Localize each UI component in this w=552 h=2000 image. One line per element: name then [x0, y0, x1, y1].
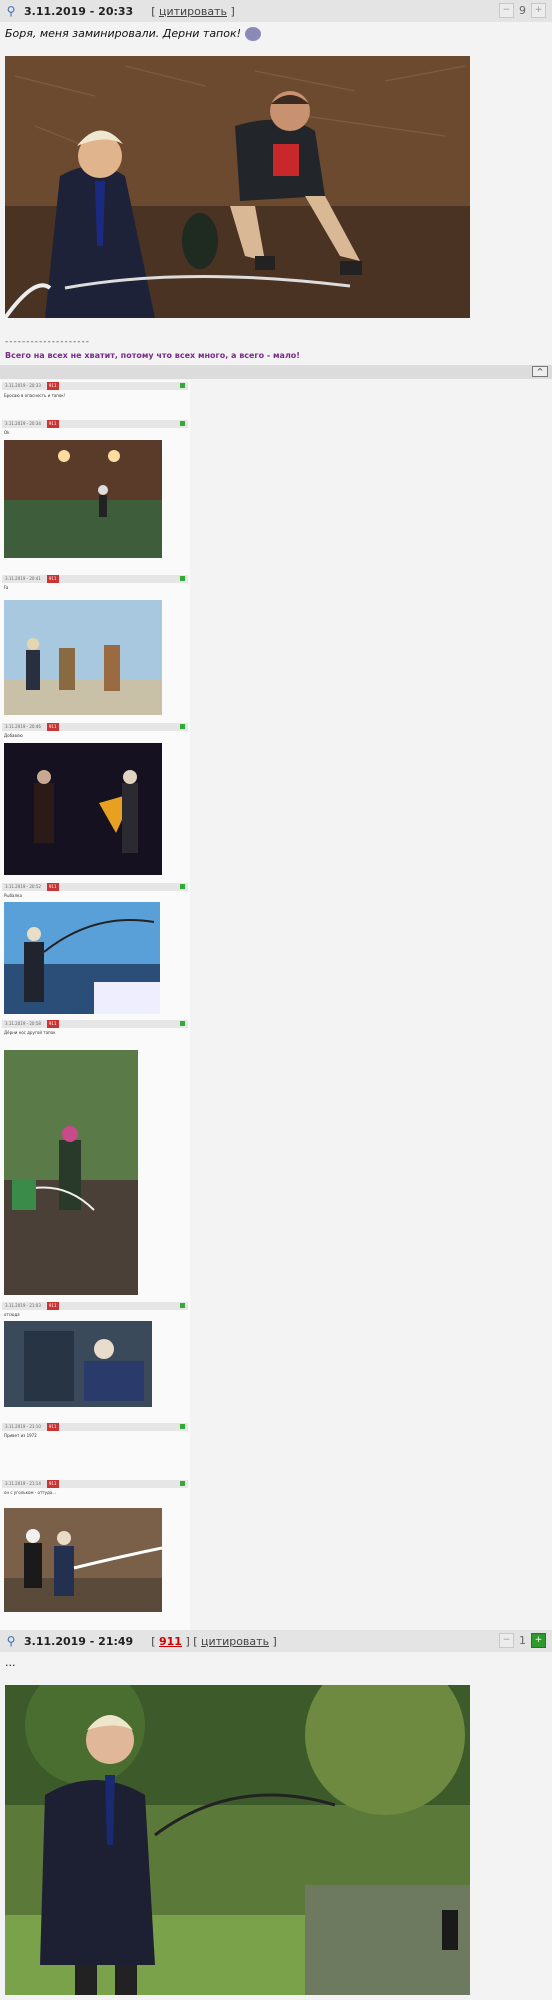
thread-item-bar: 3.11.2019 - 21:10 911	[2, 1423, 188, 1431]
smile-icon	[245, 27, 262, 41]
thread-item-text: он с угольком - оттуда...	[4, 1490, 57, 1495]
thread-photo	[4, 1508, 162, 1612]
vote-widget: − 1 +	[499, 1633, 546, 1648]
post-photo[interactable]	[5, 56, 470, 318]
thread-photo	[4, 1321, 152, 1407]
post-date: 3.11.2019 - 21:49	[24, 1634, 134, 1648]
minus-icon[interactable]: −	[499, 1633, 514, 1648]
quote-link[interactable]: цитировать	[201, 1635, 269, 1648]
embedded-thread-screenshot: 3.11.2019 - 20:33 911 Бросаю в опасность …	[0, 380, 190, 1630]
vote-count: 1	[519, 1634, 526, 1647]
thread-item-bar: 3.11.2019 - 20:52 911	[2, 883, 188, 891]
thread-photo	[4, 743, 162, 875]
quote-link[interactable]: цитировать	[159, 5, 227, 18]
vote-count: 9	[519, 4, 526, 17]
forum-page: ⚲ 3.11.2019 - 20:33 [ цитировать ] − 9 +…	[0, 0, 552, 2000]
thread-item-bar: 3.11.2019 - 21:03 911	[2, 1302, 188, 1310]
thread-photo	[4, 902, 160, 1014]
thread-photo	[4, 600, 162, 715]
thread-item-bar: 3.11.2019 - 21:14 911	[2, 1480, 188, 1488]
thread-photo	[4, 440, 162, 558]
thread-item-bar: 3.11.2019 - 20:34 911	[2, 420, 188, 428]
post-date: 3.11.2019 - 20:33	[24, 4, 134, 18]
thread-item-text: Ok	[4, 430, 10, 435]
post-text: Боря, меня заминировали. Дерни тапок!	[5, 27, 262, 41]
thread-item-text: Дёрни нос другой тапок	[4, 1030, 56, 1035]
pin-icon[interactable]: ⚲	[4, 4, 18, 18]
signature-text: Всего на всех не хватит, потому что всех…	[5, 351, 300, 360]
thread-item-bar: 3.11.2019 - 20:33 911	[2, 382, 188, 390]
scroll-up-button[interactable]: ^	[532, 366, 548, 377]
thread-item-text: Привет из 1972	[4, 1433, 37, 1438]
thread-item-text: Добавлю	[4, 733, 23, 738]
signature-separator: --------------------	[5, 337, 90, 347]
thread-item-bar: 3.11.2019 - 20:46 911	[2, 723, 188, 731]
post-header: ⚲ 3.11.2019 - 21:49 [ 911 ] [ цитировать…	[0, 1630, 552, 1652]
thread-item-bar: 3.11.2019 - 20:41 911	[2, 575, 188, 583]
post-photo[interactable]	[5, 1685, 470, 1995]
thread-item-text: Рыбалка	[4, 893, 22, 898]
minus-icon[interactable]: −	[499, 3, 514, 18]
thread-photo	[4, 1050, 138, 1295]
thread-item-text: отсюда	[4, 1312, 20, 1317]
post-footer-bar: ^	[0, 365, 552, 379]
pin-icon[interactable]: ⚲	[4, 1634, 18, 1648]
vote-widget: − 9 +	[499, 3, 546, 18]
thread-item-bar: 3.11.2019 - 20:58 911	[2, 1020, 188, 1028]
post-header: ⚲ 3.11.2019 - 20:33 [ цитировать ] − 9 +	[0, 0, 552, 22]
reply-link[interactable]: 911	[159, 1635, 182, 1648]
plus-icon[interactable]: +	[531, 1633, 546, 1648]
plus-icon[interactable]: +	[531, 3, 546, 18]
post-text: ...	[5, 1656, 16, 1669]
thread-item-text: Fa	[4, 585, 9, 590]
thread-item-text: Бросаю в опасность и тапок!	[4, 393, 66, 398]
